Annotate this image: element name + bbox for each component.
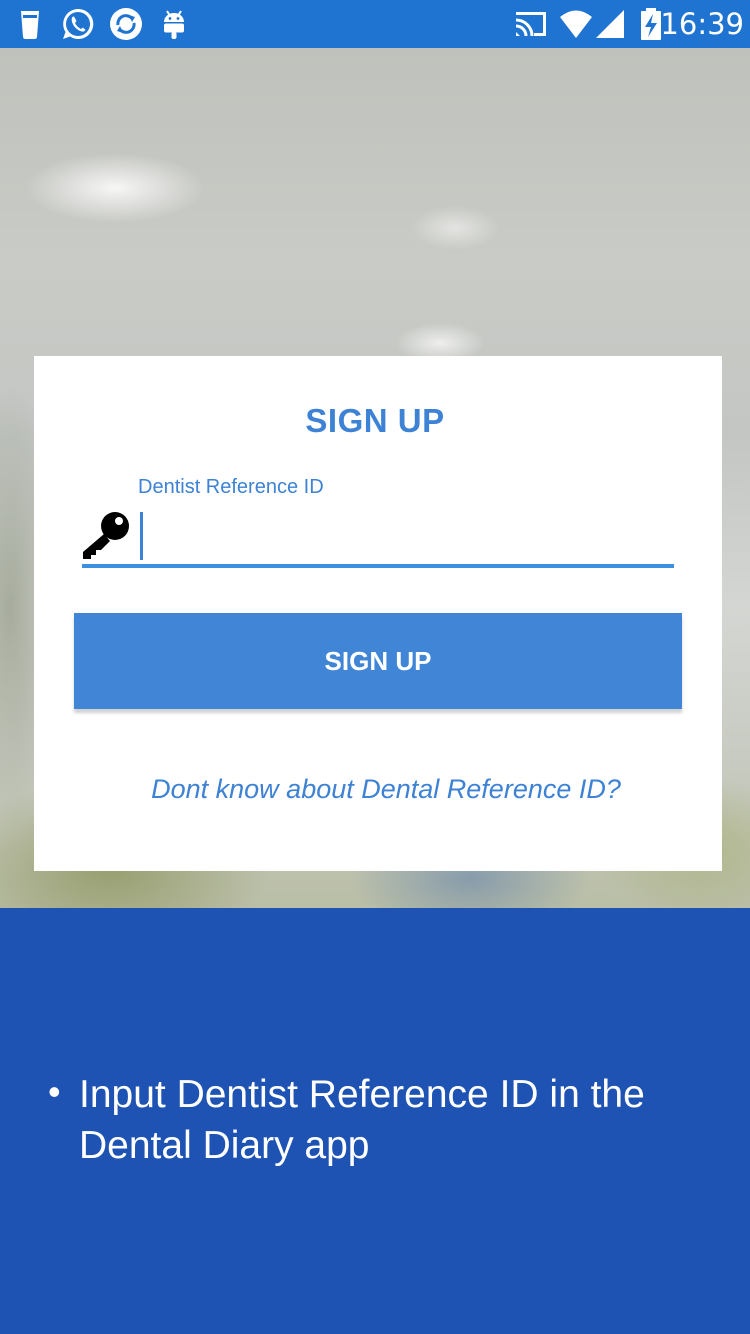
dentist-reference-id-input[interactable] (140, 510, 676, 560)
input-underline (82, 564, 674, 568)
sync-icon (110, 8, 142, 40)
signup-title: SIGN UP (305, 402, 445, 439)
cast-icon (515, 12, 546, 37)
info-panel: • Input Dentist Reference ID in the Dent… (0, 908, 750, 1334)
cell-signal-icon (596, 10, 624, 38)
whatsapp-icon (63, 8, 94, 39)
reference-id-help-link[interactable]: Dont know about Dental Reference ID? (34, 774, 738, 805)
text-cursor (140, 512, 143, 560)
screen: 16:39 SIGN UP Dentist Reference ID SIGN … (0, 0, 750, 1334)
clock-time: 16:39 (660, 7, 744, 41)
wifi-icon (560, 10, 592, 38)
info-text: Input Dentist Reference ID in the Dental… (79, 1073, 645, 1167)
android-icon (164, 10, 184, 39)
info-bullet: • (48, 1071, 61, 1112)
key-icon (83, 512, 129, 559)
status-bar: 16:39 (0, 0, 750, 48)
glass-icon (21, 11, 39, 39)
dentist-reference-id-label: Dentist Reference ID (138, 476, 324, 498)
signup-button[interactable]: SIGN UP (74, 613, 682, 709)
